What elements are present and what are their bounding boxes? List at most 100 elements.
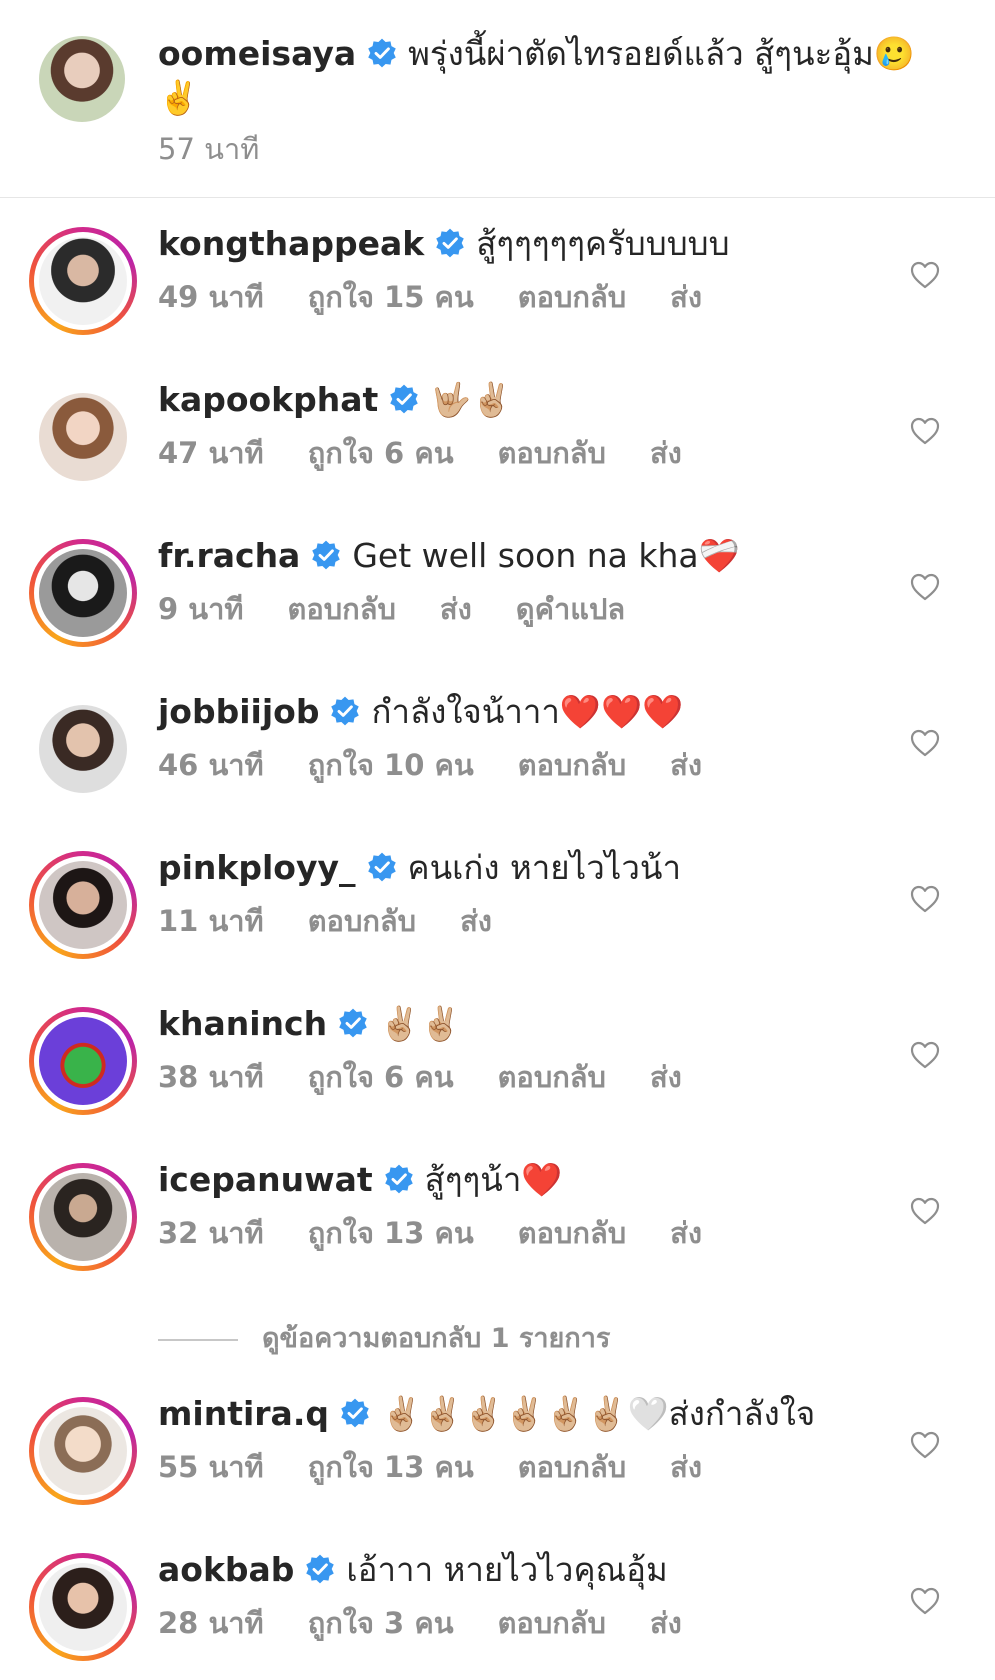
comment-row: kapookphat 🤟🏼✌🏼 47 นาที ถูกใจ 6 คน ตอบกลับ ส่… (0, 353, 995, 510)
divider-line (158, 1338, 238, 1341)
send-button[interactable]: ส่ง (670, 1450, 702, 1484)
send-button[interactable]: ส่ง (650, 1606, 682, 1640)
comment-username[interactable]: mintira.q (158, 1394, 329, 1433)
verified-badge-icon (366, 37, 398, 69)
likes-count-link[interactable]: ถูกใจ 6 คน (308, 436, 454, 470)
reply-button[interactable]: ตอบกลับ (308, 904, 416, 938)
likes-count-link[interactable]: ถูกใจ 15 คน (308, 280, 474, 314)
like-heart-icon[interactable] (910, 573, 940, 601)
avatar (39, 393, 127, 481)
send-button[interactable]: ส่ง (460, 904, 492, 938)
verified-badge-icon (304, 1553, 336, 1585)
avatar[interactable] (39, 36, 125, 122)
verified-badge-icon (366, 851, 398, 883)
like-heart-icon[interactable] (910, 417, 940, 445)
comment-meta: 55 นาที ถูกใจ 13 คน ตอบกลับ ส่ง (158, 1449, 746, 1485)
comment-meta: 49 นาที ถูกใจ 15 คน ตอบกลับ ส่ง (158, 279, 746, 315)
comment-username[interactable]: jobbiijob (158, 692, 319, 731)
avatar-ring[interactable] (29, 1163, 137, 1271)
avatar (39, 861, 127, 949)
like-heart-icon[interactable] (910, 885, 940, 913)
comment-row: aokbab เอ้าาา หายไวไวคุณอุ้ม 28 นาที ถูกใจ … (0, 1523, 995, 1680)
avatar-ring[interactable] (29, 227, 137, 335)
likes-count-link[interactable]: ถูกใจ 13 คน (308, 1216, 474, 1250)
avatar (39, 1563, 127, 1651)
avatar (39, 705, 127, 793)
send-button[interactable]: ส่ง (670, 748, 702, 782)
like-heart-icon[interactable] (910, 1431, 940, 1459)
reply-button[interactable]: ตอบกลับ (498, 1606, 606, 1640)
comment-meta: 38 นาที ถูกใจ 6 คน ตอบกลับ ส่ง (158, 1059, 726, 1095)
reply-button[interactable]: ตอบกลับ (288, 592, 396, 626)
caption-username[interactable]: oomeisaya (158, 34, 356, 73)
verified-badge-icon (329, 695, 361, 727)
comment-time: 46 นาที (158, 748, 264, 782)
reply-button[interactable]: ตอบกลับ (518, 1216, 626, 1250)
avatar-ring[interactable] (29, 539, 137, 647)
comment-username[interactable]: kongthappeak (158, 224, 424, 263)
avatar-ring[interactable] (29, 1397, 137, 1505)
like-heart-icon[interactable] (910, 729, 940, 757)
reply-button[interactable]: ตอบกลับ (518, 748, 626, 782)
avatar-ring[interactable] (29, 851, 137, 959)
comment-row: mintira.q ✌🏼✌🏼✌🏼✌🏼✌🏼✌🏼🤍ส่งกำลังใจ 55 นาที ถ… (0, 1367, 995, 1524)
comment-username[interactable]: aokbab (158, 1550, 294, 1589)
comment-username[interactable]: icepanuwat (158, 1160, 373, 1199)
verified-badge-icon (434, 227, 466, 259)
comment-body: icepanuwat สู้ๆๆน้า❤️ (158, 1157, 562, 1203)
caption-body: oomeisaya พรุ่งนี้ผ่าตัดไทรอยด์แล้ว สู้ๆน… (158, 32, 938, 120)
verified-badge-icon (337, 1007, 369, 1039)
avatar (39, 237, 127, 325)
comment-text: ✌🏼✌🏼✌🏼✌🏼✌🏼✌🏼🤍ส่งกำลังใจ (380, 1394, 816, 1433)
comment-username[interactable]: kapookphat (158, 380, 378, 419)
avatar (39, 1407, 127, 1495)
likes-count-link[interactable]: ถูกใจ 13 คน (308, 1450, 474, 1484)
avatar (39, 1173, 127, 1261)
likes-count-link[interactable]: ถูกใจ 3 คน (308, 1606, 454, 1640)
comment-username[interactable]: pinkployy_ (158, 848, 356, 887)
send-button[interactable]: ส่ง (650, 1060, 682, 1094)
send-button[interactable]: ส่ง (440, 592, 472, 626)
reply-button[interactable]: ตอบกลับ (518, 1450, 626, 1484)
comment-meta: 28 นาที ถูกใจ 3 คน ตอบกลับ ส่ง (158, 1605, 726, 1641)
post-caption: oomeisaya พรุ่งนี้ผ่าตัดไทรอยด์แล้ว สู้ๆน… (0, 0, 995, 198)
comment-body: fr.racha Get well soon na kha❤️‍🩹 (158, 533, 740, 579)
comment-text: สู้ๆๆๆๆๆครับบบบบ (476, 224, 730, 263)
avatar-ring[interactable] (29, 1553, 137, 1661)
comment-time: 32 นาที (158, 1216, 264, 1250)
comment-row: pinkployy_ คนเก่ง หายไวไวน้า 11 นาที ตอบกลั… (0, 821, 995, 978)
verified-badge-icon (383, 1163, 415, 1195)
see-translation-button[interactable]: ดูคำแปล (516, 592, 625, 626)
comment-body: kapookphat 🤟🏼✌🏼 (158, 377, 512, 423)
reply-button[interactable]: ตอบกลับ (518, 280, 626, 314)
comment-row: jobbiijob กำลังใจน้าาา❤️❤️❤️ 46 นาที ถูกใจ … (0, 665, 995, 822)
avatar-ring[interactable] (29, 383, 137, 491)
likes-count-link[interactable]: ถูกใจ 6 คน (308, 1060, 454, 1094)
verified-badge-icon (388, 383, 420, 415)
comment-text: Get well soon na kha❤️‍🩹 (352, 536, 740, 575)
comment-row: khaninch ✌🏼✌🏼 38 นาที ถูกใจ 6 คน ตอบกลับ ส่ง (0, 977, 995, 1134)
comment-meta: 11 นาที ตอบกลับ ส่ง (158, 903, 536, 939)
comment-meta: 46 นาที ถูกใจ 10 คน ตอบกลับ ส่ง (158, 747, 746, 783)
comment-text: ✌🏼✌🏼 (379, 1004, 462, 1043)
comment-username[interactable]: khaninch (158, 1004, 327, 1043)
like-heart-icon[interactable] (910, 1197, 940, 1225)
likes-count-link[interactable]: ถูกใจ 10 คน (308, 748, 474, 782)
like-heart-icon[interactable] (910, 1041, 940, 1069)
comment-row: fr.racha Get well soon na kha❤️‍🩹 9 นาที ตอ… (0, 509, 995, 666)
reply-button[interactable]: ตอบกลับ (498, 436, 606, 470)
avatar-ring[interactable] (29, 695, 137, 803)
send-button[interactable]: ส่ง (670, 1216, 702, 1250)
avatar-ring[interactable] (29, 1007, 137, 1115)
view-replies-button[interactable]: ดูข้อความตอบกลับ 1 รายการ (158, 1316, 610, 1359)
like-heart-icon[interactable] (910, 1587, 940, 1615)
comment-text: คนเก่ง หายไวไวน้า (407, 848, 681, 887)
reply-button[interactable]: ตอบกลับ (498, 1060, 606, 1094)
like-heart-icon[interactable] (910, 261, 940, 289)
comment-time: 49 นาที (158, 280, 264, 314)
comment-username[interactable]: fr.racha (158, 536, 300, 575)
send-button[interactable]: ส่ง (650, 436, 682, 470)
send-button[interactable]: ส่ง (670, 280, 702, 314)
comment-text: กำลังใจน้าาา❤️❤️❤️ (371, 692, 684, 731)
verified-badge-icon (339, 1397, 371, 1429)
